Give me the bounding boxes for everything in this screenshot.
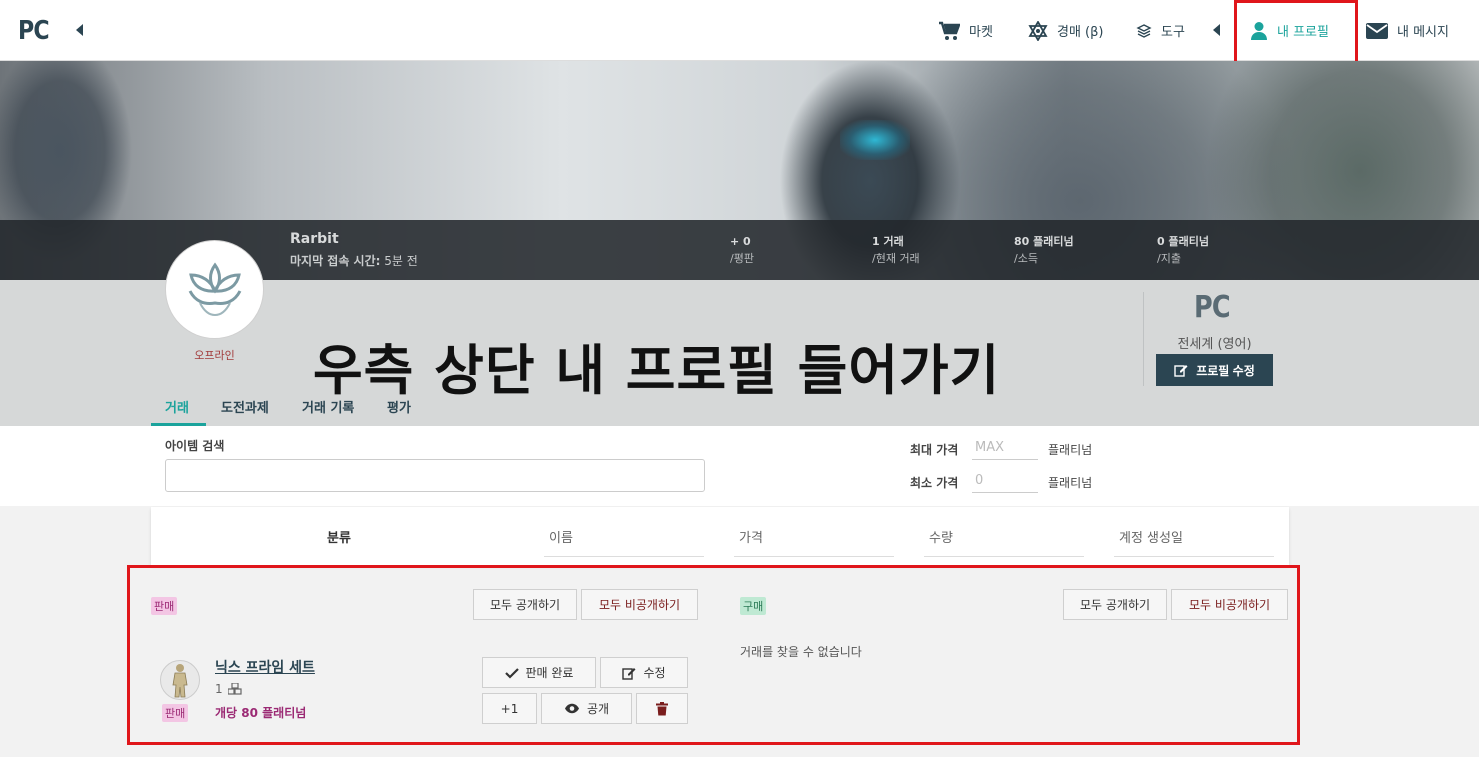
highlight-box-profile	[1234, 0, 1358, 65]
stat-value: 1 거래	[872, 235, 904, 248]
th-category[interactable]: 분류	[327, 527, 351, 546]
tab-challenges[interactable]: 도전과제	[221, 397, 269, 416]
stat-income: 80 플래티넘 /소득	[1014, 233, 1074, 267]
nav-tools-label: 도구	[1161, 25, 1185, 40]
tab-reviews[interactable]: 평가	[387, 397, 411, 416]
nav-my-messages-label: 내 메시지	[1397, 25, 1449, 40]
lotus-icon	[188, 261, 241, 316]
last-seen-label: 마지막 접속 시간:	[290, 254, 381, 268]
stat-spent: 0 플래티넘 /지출	[1157, 233, 1209, 267]
stat-value: + 0	[730, 235, 751, 248]
overlay-caption: 우측 상단 내 프로필 들어가기	[313, 339, 1001, 402]
cubes-icon	[227, 683, 242, 695]
item-quantity: 1	[215, 682, 242, 696]
edit-icon	[1174, 363, 1188, 377]
eye-icon	[564, 703, 580, 714]
sell-show-all-button[interactable]: 모두 공개하기	[473, 589, 577, 620]
th-underline	[1114, 556, 1274, 557]
envelope-icon	[1366, 22, 1388, 39]
sell-tag: 판매	[151, 597, 178, 615]
nav-market-label: 마켓	[969, 25, 993, 40]
th-quantity[interactable]: 수량	[929, 527, 953, 546]
th-name[interactable]: 이름	[549, 527, 573, 546]
order-type-tag: 판매	[162, 704, 189, 722]
buy-tag: 구매	[740, 597, 767, 615]
buy-show-all-button[interactable]: 모두 공개하기	[1063, 589, 1167, 620]
check-icon	[504, 667, 519, 679]
banner-art	[840, 120, 910, 160]
divider	[1143, 292, 1144, 386]
stat-label: /평판	[730, 252, 754, 265]
item-thumbnail	[160, 660, 200, 700]
collapse-caret-icon[interactable]	[76, 24, 83, 36]
max-price-input[interactable]	[972, 436, 1038, 460]
th-underline	[544, 556, 704, 557]
th-underline	[734, 556, 894, 557]
stat-reputation: + 0 /평판	[730, 233, 754, 267]
item-price: 개당 80 플래티넘	[215, 706, 307, 720]
item-quantity-value: 1	[215, 682, 223, 696]
stat-label: /지출	[1157, 252, 1181, 265]
tab-trade-history[interactable]: 거래 기록	[302, 397, 354, 416]
stat-label: /소득	[1014, 252, 1038, 265]
nav-tools[interactable]: 도구	[1136, 0, 1185, 61]
item-search-input[interactable]	[165, 459, 705, 492]
mark-sold-label: 판매 완료	[525, 666, 574, 680]
delete-order-button[interactable]	[636, 693, 688, 724]
tools-caret-icon[interactable]	[1213, 24, 1220, 36]
stat-value: 80 플래티넘	[1014, 235, 1074, 248]
max-price-unit: 플래티넘	[1048, 443, 1093, 457]
stat-label: /현재 거래	[872, 252, 920, 265]
increment-button[interactable]: +1	[482, 693, 537, 724]
th-price[interactable]: 가격	[739, 527, 763, 546]
tab-trades[interactable]: 거래	[165, 397, 189, 416]
edit-profile-button[interactable]: 프로필 수정	[1156, 354, 1273, 386]
max-price-label: 최대 가격	[910, 443, 959, 457]
trash-icon	[656, 701, 668, 716]
hexagram-icon	[1028, 20, 1048, 41]
edit-order-label: 수정	[643, 666, 666, 680]
layers-icon	[1136, 23, 1152, 39]
edit-icon	[622, 666, 636, 680]
username: Rarbit	[290, 231, 339, 247]
nav-auction-label: 경매 (β)	[1057, 25, 1104, 40]
th-underline	[924, 556, 1084, 557]
item-name-link[interactable]: 닉스 프라임 세트	[215, 657, 315, 677]
edit-profile-label: 프로필 수정	[1196, 363, 1255, 378]
buy-hide-all-button[interactable]: 모두 비공개하기	[1171, 589, 1288, 620]
stat-value: 0 플래티넘	[1157, 235, 1209, 248]
visibility-label: 공개	[586, 702, 610, 716]
stat-current-trades: 1 거래 /현재 거래	[872, 233, 920, 267]
sell-hide-all-button[interactable]: 모두 비공개하기	[581, 589, 698, 620]
edit-order-button[interactable]: 수정	[600, 657, 688, 688]
last-seen-value: 5분 전	[384, 254, 418, 268]
warframe-figure-icon	[172, 664, 188, 698]
min-price-unit: 플래티넘	[1048, 476, 1093, 490]
avatar	[165, 240, 264, 339]
min-price-label: 최소 가격	[910, 476, 959, 490]
visibility-button[interactable]: 공개	[541, 693, 632, 724]
last-seen: 마지막 접속 시간: 5분 전	[290, 252, 418, 269]
platform-logo: PC	[1194, 290, 1231, 325]
min-price-input[interactable]	[972, 469, 1038, 493]
cart-icon	[938, 21, 960, 41]
nav-auction[interactable]: 경매 (β)	[1028, 0, 1104, 61]
search-label: 아이템 검색	[165, 439, 225, 453]
nav-my-messages[interactable]: 내 메시지	[1366, 0, 1449, 61]
site-logo[interactable]: PC	[18, 16, 50, 46]
th-account-created[interactable]: 계정 생성일	[1119, 527, 1183, 546]
empty-state: 거래를 찾을 수 없습니다	[740, 645, 862, 659]
region-label: 전세계 (영어)	[1177, 337, 1252, 352]
nav-market[interactable]: 마켓	[938, 0, 993, 61]
status-badge: 오프라인	[194, 349, 235, 362]
mark-sold-button[interactable]: 판매 완료	[482, 657, 596, 688]
